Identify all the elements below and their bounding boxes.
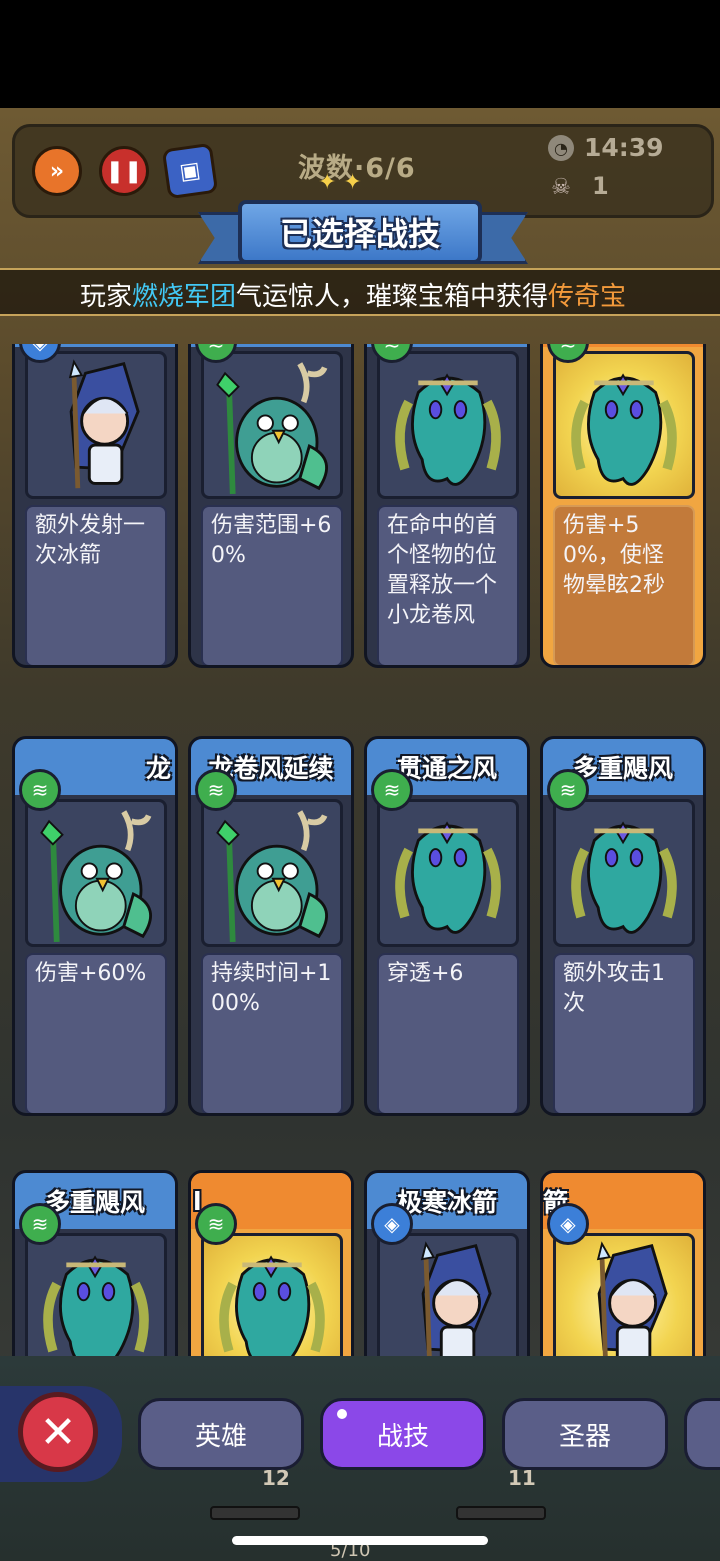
close-button[interactable]: ✕ <box>18 1392 98 1472</box>
tab-relics-label: 圣器 <box>558 1421 611 1452</box>
announcement-prefix: 玩家 <box>80 282 133 312</box>
skill-card[interactable]: ≋伤害范围+60% <box>188 344 354 668</box>
announcement-middle: 气运惊人，璀璨宝箱中获得 <box>236 282 549 312</box>
owl-figure <box>40 810 152 943</box>
tab-skills[interactable]: 战技 <box>320 1398 486 1470</box>
card-art <box>25 351 167 499</box>
skill-card[interactable]: 龙卷风延续 ≋ 持续时间+100% <box>188 736 354 1116</box>
card-art <box>377 799 519 947</box>
title-ribbon: 已选择战技 <box>238 200 482 264</box>
card-art <box>201 1233 343 1356</box>
card-description: 额外发射一次冰箭 <box>25 505 167 665</box>
card-art <box>553 799 695 947</box>
wind-element-icon: ≋ <box>371 769 413 811</box>
card-art <box>25 799 167 947</box>
card-description: 穿透+6 <box>377 953 519 1113</box>
announcement-player: 燃烧军团 <box>132 282 237 312</box>
skill-card[interactable]: 箭 ◈ <box>540 1170 706 1356</box>
card-name: 多重飓风 <box>572 754 673 783</box>
skill-card[interactable]: 多重飓风 ≋ <box>12 1170 178 1356</box>
page-title: 已选择战技 <box>279 215 440 253</box>
wind-element-icon: ≋ <box>195 1203 237 1245</box>
spirit-figure <box>395 373 501 486</box>
card-description: 额外攻击1次 <box>553 953 695 1113</box>
card-name: 多重飓风 <box>44 1188 145 1217</box>
announcement-banner: 玩家燃烧军团气运惊人，璀璨宝箱中获得传奇宝 <box>0 268 720 316</box>
spirit-figure <box>571 373 677 486</box>
timer-text: 14:39 <box>584 133 664 162</box>
card-art <box>25 1233 167 1356</box>
owl-figure <box>216 810 328 943</box>
spirit-figure <box>571 821 677 934</box>
card-description: 伤害+50%，使怪物晕眩2秒 <box>553 505 695 665</box>
mage-figure <box>420 1241 492 1356</box>
unit-level-left: 12 <box>262 1466 290 1490</box>
pause-button[interactable]: ❚❚ <box>99 146 149 196</box>
skill-card[interactable]: ≋伤害+50%，使怪物晕眩2秒 <box>540 344 706 668</box>
card-art <box>377 351 519 499</box>
kill-count: 1 <box>592 172 609 200</box>
skill-card-grid[interactable]: ◈额外发射一次冰箭≋伤害范围+60%≋在命中的首个怪物的位置释放一个小龙卷风≋伤… <box>0 344 720 1356</box>
sparkle-icon: ✦ ✦ <box>318 170 362 195</box>
codex-icon: ▣ <box>177 157 203 185</box>
skill-card[interactable]: ◈额外发射一次冰箭 <box>12 344 178 668</box>
tab-heroes-label: 英雄 <box>194 1421 247 1452</box>
card-art <box>201 799 343 947</box>
codex-button[interactable]: ▣ <box>161 142 219 200</box>
fast-forward-icon: » <box>49 158 65 184</box>
skill-card[interactable]: ≋在命中的首个怪物的位置释放一个小龙卷风 <box>364 344 530 668</box>
card-art <box>553 1233 695 1356</box>
announcement-text: 玩家燃烧军团气运惊人，璀璨宝箱中获得传奇宝 <box>80 276 626 313</box>
spirit-figure <box>395 821 501 934</box>
skill-card[interactable]: 极寒冰箭 ◈ <box>364 1170 530 1356</box>
spirit-figure <box>43 1255 149 1356</box>
card-art <box>377 1233 519 1356</box>
owl-figure <box>216 362 328 495</box>
pause-icon: ❚❚ <box>105 158 143 184</box>
tab-more[interactable] <box>684 1398 720 1470</box>
skill-card[interactable]: 龙 ≋ 伤害+60% <box>12 736 178 1116</box>
skill-card[interactable]: l ≋ <box>188 1170 354 1356</box>
tab-relics[interactable]: 圣器 <box>502 1398 668 1470</box>
wind-element-icon: ≋ <box>19 1203 61 1245</box>
clock-icon: ◔ <box>548 135 574 161</box>
skill-card[interactable]: 多重飓风 ≋ 额外攻击1次 <box>540 736 706 1116</box>
card-description: 持续时间+100% <box>201 953 343 1113</box>
tab-heroes[interactable]: 英雄 <box>138 1398 304 1470</box>
wind-element-icon: ≋ <box>19 769 61 811</box>
card-description: 伤害范围+60% <box>201 505 343 665</box>
skill-card[interactable]: 贯通之风 ≋ 穿透+6 <box>364 736 530 1116</box>
card-description: 在命中的首个怪物的位置释放一个小龙卷风 <box>377 505 519 665</box>
card-art <box>553 351 695 499</box>
unit-level-right: 11 <box>508 1466 536 1490</box>
card-description: 伤害+60% <box>25 953 167 1113</box>
mage-figure <box>596 1241 668 1356</box>
card-name: 极寒冰箭 <box>396 1188 497 1217</box>
skull-icon: ☠ <box>551 174 571 200</box>
announcement-item: 传奇宝 <box>548 282 627 312</box>
notification-dot <box>337 1409 347 1419</box>
card-name: 贯通之风 <box>396 754 497 783</box>
speed-button[interactable]: » <box>32 146 82 196</box>
wind-element-icon: ≋ <box>547 769 589 811</box>
wind-element-icon: ≋ <box>195 769 237 811</box>
home-indicator[interactable] <box>232 1536 488 1545</box>
ice-element-icon: ◈ <box>547 1203 589 1245</box>
card-art <box>201 351 343 499</box>
close-icon: ✕ <box>39 1406 77 1458</box>
unit-hp-bar-left <box>210 1506 300 1520</box>
card-name: 龙 <box>145 754 171 783</box>
tab-skills-label: 战技 <box>376 1421 429 1452</box>
ice-element-icon: ◈ <box>371 1203 413 1245</box>
unit-hp-bar-right <box>456 1506 546 1520</box>
mage-figure <box>68 359 140 489</box>
spirit-figure <box>219 1255 325 1356</box>
